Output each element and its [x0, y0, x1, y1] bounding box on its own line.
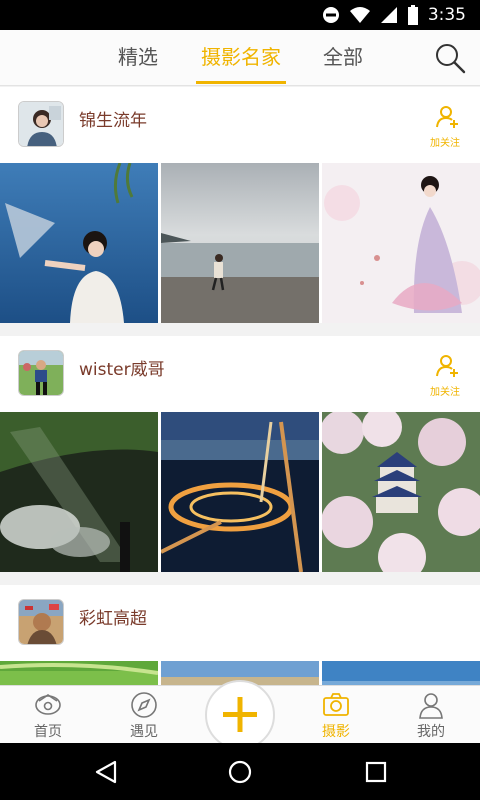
username[interactable]: wister威哥 [79, 355, 165, 380]
follow-label: 加关注 [430, 138, 460, 149]
photographer-card: 彩虹高超 [0, 585, 480, 685]
back-icon[interactable] [93, 759, 119, 785]
recents-icon[interactable] [363, 759, 389, 785]
compass-icon [131, 692, 157, 718]
add-user-icon [436, 355, 458, 377]
search-icon[interactable] [434, 42, 466, 74]
nav-label: 遇见 [130, 724, 158, 740]
android-nav-bar [0, 743, 480, 800]
add-user-icon [436, 106, 458, 128]
tab-famous-photographers[interactable]: 摄影名家 [196, 30, 286, 86]
avatar[interactable] [18, 350, 64, 396]
username[interactable]: 锦生流年 [79, 106, 147, 131]
plus-icon [223, 697, 257, 732]
home-circle-icon[interactable] [227, 759, 253, 785]
photographer-feed[interactable]: 锦生流年 加关注 wister威哥 加关注 彩虹高超 [0, 87, 480, 685]
photographer-card: wister威哥 加关注 [0, 336, 480, 572]
nav-mine[interactable]: 我的 [391, 686, 471, 744]
tab-active-indicator [196, 81, 286, 84]
photo-thumbnail[interactable] [161, 163, 319, 323]
top-tab-bar: 精选 摄影名家 全部 [0, 30, 480, 86]
photo-thumbnail[interactable] [0, 661, 158, 685]
nav-home[interactable]: 首页 [8, 686, 88, 744]
status-time: 3:35 [427, 5, 466, 25]
nav-label: 首页 [34, 724, 62, 740]
add-post-button[interactable] [205, 680, 275, 750]
tab-label: 精选 [118, 45, 158, 69]
photographer-card: 锦生流年 加关注 [0, 87, 480, 323]
follow-label: 加关注 [430, 387, 460, 398]
photo-thumbnail[interactable] [161, 412, 319, 572]
photo-thumbnail[interactable] [322, 412, 480, 572]
tab-featured[interactable]: 精选 [98, 30, 178, 86]
tab-label: 摄影名家 [201, 45, 281, 69]
user-icon [419, 693, 443, 719]
tab-all[interactable]: 全部 [303, 30, 383, 86]
nav-discover[interactable]: 遇见 [104, 686, 184, 744]
follow-button[interactable]: 加关注 [430, 354, 464, 398]
camera-icon [323, 693, 349, 716]
photo-thumbnail[interactable] [0, 412, 158, 572]
avatar[interactable] [18, 101, 64, 147]
battery-icon [407, 5, 418, 25]
follow-button[interactable]: 加关注 [430, 105, 464, 149]
username[interactable]: 彩虹高超 [79, 604, 147, 629]
nav-label: 摄影 [322, 724, 350, 740]
tab-label: 全部 [323, 45, 363, 69]
nav-photography[interactable]: 摄影 [296, 686, 376, 744]
home-icon [35, 694, 61, 715]
wifi-icon [349, 7, 370, 23]
photo-thumbnail[interactable] [322, 163, 480, 323]
nav-label: 我的 [417, 724, 445, 740]
status-bar: 3:35 [0, 0, 480, 30]
do-not-disturb-icon [322, 7, 339, 23]
signal-icon [380, 7, 397, 23]
photo-thumbnail[interactable] [0, 163, 158, 323]
avatar[interactable] [18, 599, 64, 645]
photo-thumbnail[interactable] [322, 661, 480, 685]
